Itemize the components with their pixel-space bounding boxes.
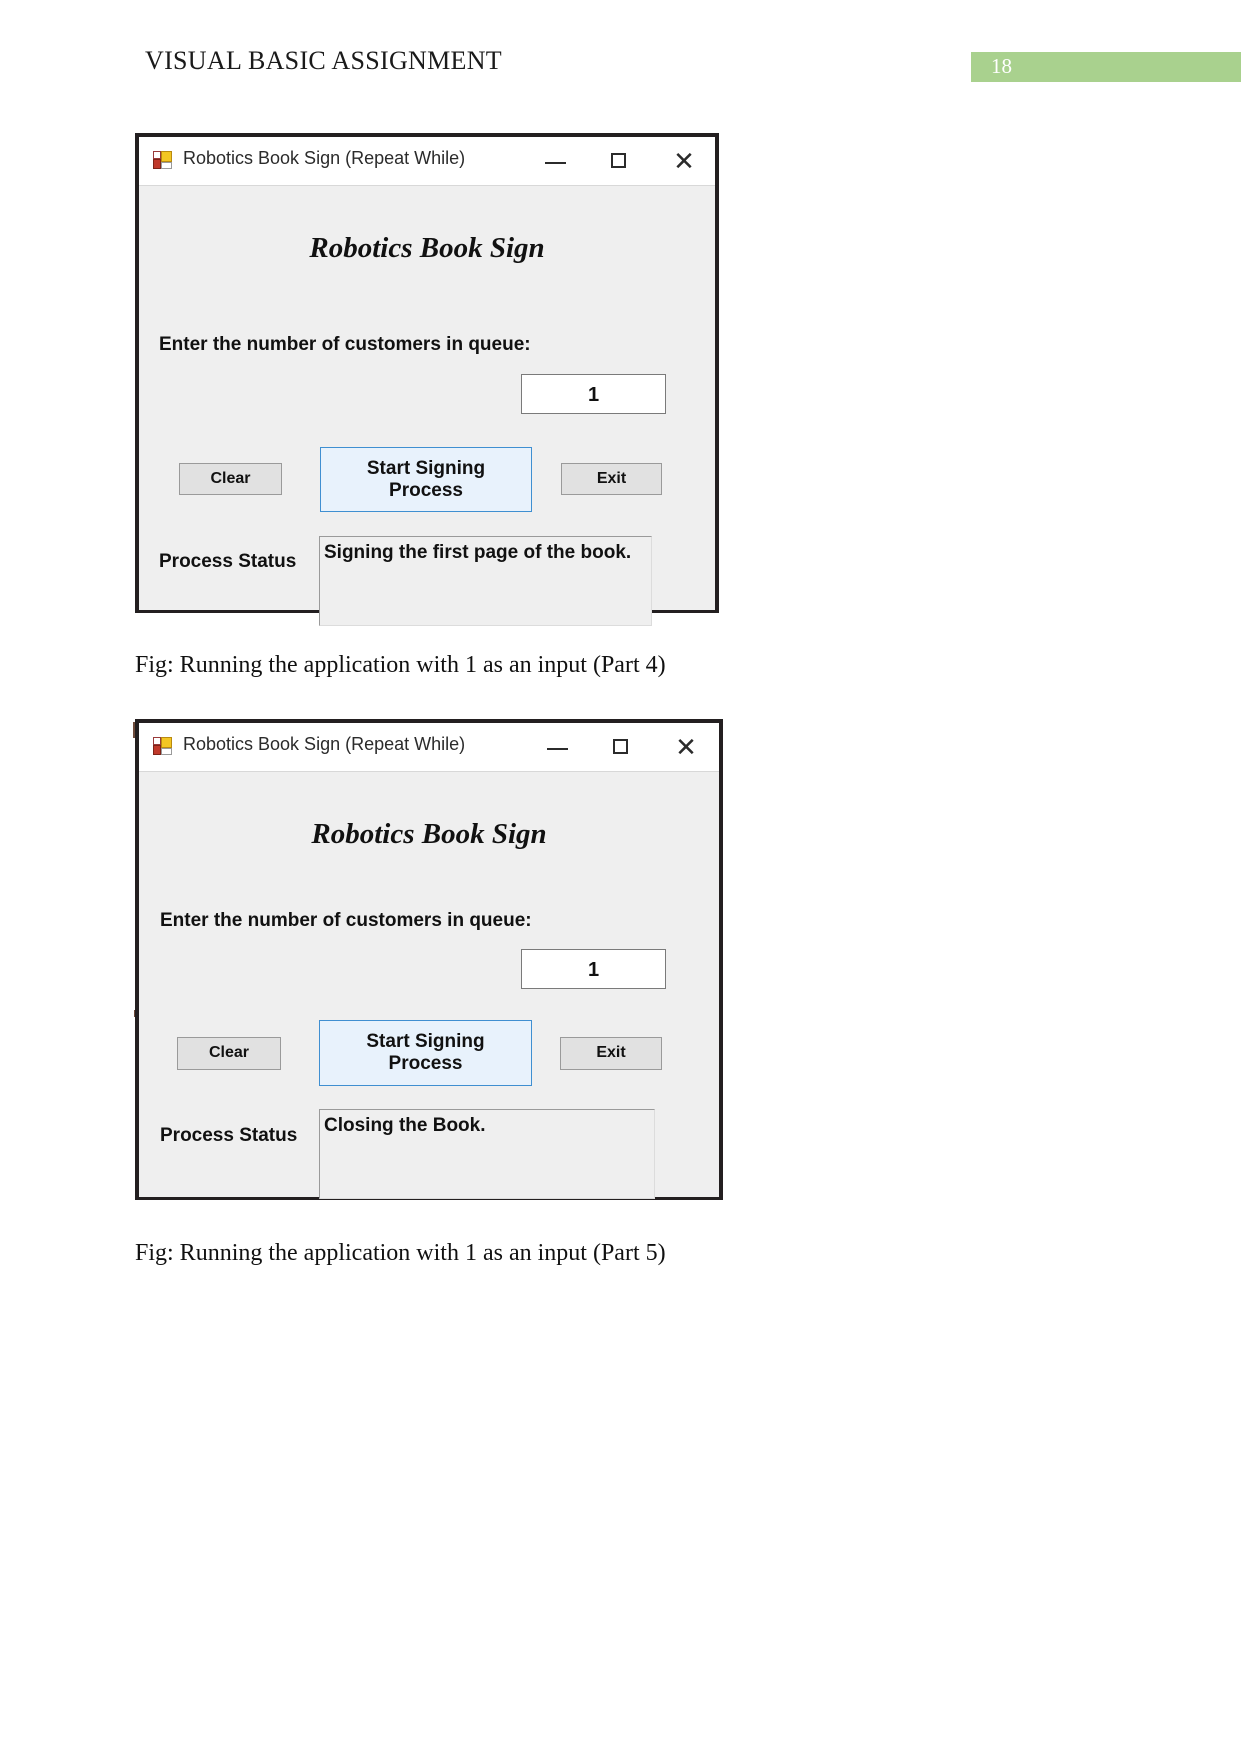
page-number-badge: 18 [971,52,1241,82]
close-icon[interactable]: ✕ [661,137,707,185]
window-title-text: Robotics Book Sign (Repeat While) [183,148,466,168]
queue-input-value: 1 [587,959,600,981]
start-signing-process-button[interactable]: Start Signing Process [319,1020,532,1086]
exit-button[interactable]: Exit [561,463,662,495]
maximize-icon[interactable] [599,723,645,771]
close-icon[interactable]: ✕ [663,723,709,771]
vb-window-part4: Robotics Book Sign (Repeat While) ✕ Robo… [135,133,719,626]
queue-prompt-label: Enter the number of customers in queue: [159,334,531,355]
window-title-bar[interactable]: Robotics Book Sign (Repeat While) ✕ [139,137,715,185]
form-body: Robotics Book Sign Enter the number of c… [139,185,715,626]
window-title-bar[interactable]: Robotics Book Sign (Repeat While) ✕ [139,723,719,771]
queue-input-value: 1 [587,384,600,406]
page-number: 18 [991,54,1012,78]
form-heading: Robotics Book Sign [309,232,545,264]
start-signing-process-button[interactable]: Start Signing Process [320,447,532,512]
minimize-icon[interactable] [533,137,579,185]
queue-input[interactable]: 1 [521,949,666,989]
maximize-icon[interactable] [597,137,643,185]
queue-prompt-label: Enter the number of customers in queue: [160,910,532,931]
queue-input[interactable]: 1 [521,374,666,414]
form-body: Robotics Book Sign Enter the number of c… [139,771,719,1199]
vb-form-icon [153,151,172,169]
minimize-icon[interactable] [535,723,581,771]
start-button-line2: Process [389,479,463,501]
process-status-label: Process Status [159,551,297,572]
start-button-line2: Process [388,1053,463,1074]
process-status-value: Signing the first page of the book. [324,542,632,563]
process-status-box[interactable]: Closing the Book. [319,1109,655,1199]
process-status-label: Process Status [160,1125,298,1146]
start-button-line1: Start Signing [366,1031,485,1053]
exit-button[interactable]: Exit [560,1037,662,1070]
vb-form-icon [153,737,172,755]
window-title-text: Robotics Book Sign (Repeat While) [183,734,466,754]
clear-button[interactable]: Clear [179,463,282,495]
start-button-line1: Start Signing [366,457,486,479]
process-status-value: Closing the Book. [324,1115,486,1136]
vb-window-part5: Robotics Book Sign (Repeat While) ✕ Robo… [135,719,723,1200]
page-title: VISUAL BASIC ASSIGNMENT [145,46,502,75]
clear-button[interactable]: Clear [177,1037,281,1070]
figure-caption-part4: Fig: Running the application with 1 as a… [135,652,666,678]
form-heading: Robotics Book Sign [311,818,547,850]
figure-caption-part5: Fig: Running the application with 1 as a… [135,1240,666,1266]
process-status-box[interactable]: Signing the first page of the book. [319,536,652,626]
page-header: VISUAL BASIC ASSIGNMENT 18 [0,46,1241,88]
